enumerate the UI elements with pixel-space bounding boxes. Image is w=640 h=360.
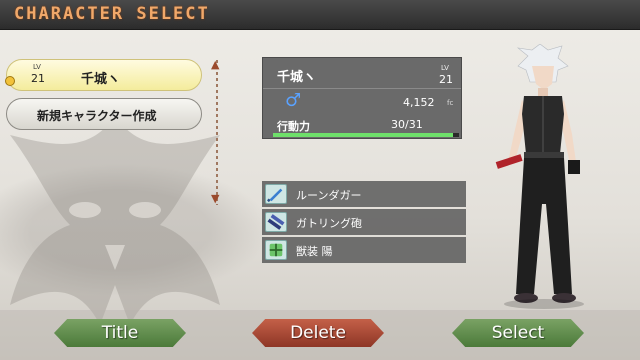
equipment-label: ルーンダガー [296,189,362,202]
stamina-value: 30/31 [391,118,423,131]
scroll-track[interactable] [216,60,218,205]
equipment-slot-weapon[interactable]: ルーンダガー [262,181,466,207]
divider [263,88,461,89]
info-level-label: LV [441,64,449,72]
male-gender-icon: ♂ [285,90,302,111]
equipment-slot-armor[interactable]: 獣装 陽 [262,237,466,263]
armor-icon [265,240,287,260]
character-slot-selected[interactable]: LV 21 千城ヽ [5,59,202,91]
character-name: 千城ヽ [81,72,121,87]
equipment-slot-gun[interactable]: ガトリング砲 [262,209,466,235]
stamina-bar [273,133,459,137]
gatling-gun-icon [265,212,287,232]
level-label: LV [33,63,41,71]
equipment-label: 獣装 陽 [296,245,333,258]
title-button[interactable]: Title [54,319,186,347]
selected-indicator-icon [5,76,15,86]
money-value: 4,152 [403,96,435,109]
info-level-value: 21 [439,73,453,86]
delete-button[interactable]: Delete [252,319,384,347]
dagger-icon [265,184,287,204]
stamina-bar-fill [273,133,454,137]
equipment-label: ガトリング砲 [296,217,362,230]
scroll-down-icon[interactable]: ▼ [211,192,219,205]
page-title: CHARACTER SELECT [14,4,210,24]
character-info-panel: 千城ヽ LV 21 ♂ 4,152 fc 行動力 30/31 [262,57,462,139]
stamina-label: 行動力 [277,120,310,133]
money-unit: fc [447,99,454,107]
info-character-name: 千城ヽ [277,70,317,85]
character-model [495,44,584,309]
title-bar: CHARACTER SELECT [0,0,640,30]
new-character-label: 新規キャラクター作成 [37,109,157,123]
new-character-button[interactable]: 新規キャラクター作成 [6,98,202,130]
character-list: LV 21 千城ヽ 新規キャラクター作成 ▲ ▼ [0,50,232,215]
select-button[interactable]: Select [452,319,584,347]
level-value: 21 [31,72,45,85]
scroll-up-icon[interactable]: ▲ [211,58,219,71]
